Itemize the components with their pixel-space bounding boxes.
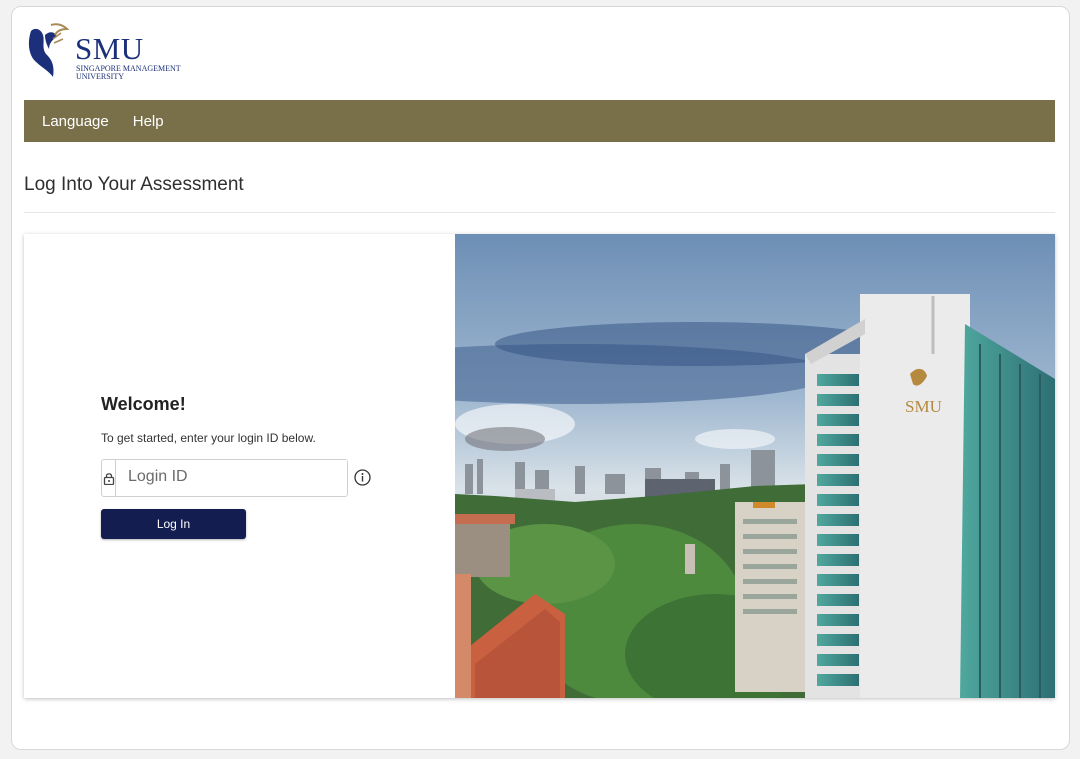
login-button[interactable]: Log In [101, 509, 246, 539]
page-frame: SMU Singapore Management University Lang… [11, 6, 1070, 750]
lion-logo-icon [28, 23, 70, 77]
login-instructions: To get started, enter your login ID belo… [101, 431, 316, 445]
title-divider [24, 212, 1055, 213]
top-nav: Language Help [24, 100, 1055, 142]
lock-icon [102, 460, 116, 496]
logo-wordmark: SMU [75, 31, 144, 66]
login-id-group [101, 459, 348, 497]
logo-subtitle: Singapore Management University [76, 65, 236, 81]
campus-hero-image: SMU [455, 234, 1055, 698]
campus-photo: SMU [455, 234, 1055, 698]
info-icon[interactable] [354, 469, 371, 491]
login-card: Welcome! To get started, enter your logi… [24, 234, 1055, 698]
logo-subtitle-line2: University [76, 72, 124, 81]
nav-item-language[interactable]: Language [42, 113, 109, 130]
page-title: Log Into Your Assessment [24, 174, 244, 195]
building-sign-text: SMU [905, 397, 942, 416]
login-panel: Welcome! To get started, enter your logi… [24, 234, 454, 698]
login-id-input[interactable] [116, 460, 347, 494]
welcome-heading: Welcome! [101, 394, 186, 414]
nav-item-help[interactable]: Help [133, 113, 164, 130]
